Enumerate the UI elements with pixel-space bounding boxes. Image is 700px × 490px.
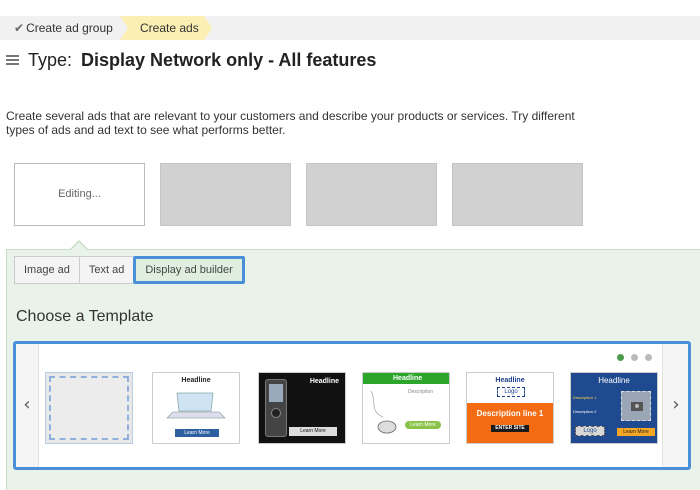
tab-image-ad[interactable]: Image ad [14, 256, 79, 284]
template-carousel: ‹ › Headline Learn More Headline Learn M… [13, 341, 691, 470]
breadcrumb: ✔ Create ad group Create ads [0, 16, 700, 40]
template-logo: Logo [575, 426, 605, 436]
ad-preview-slot-3[interactable] [306, 163, 437, 226]
carousel-next-button[interactable]: › [662, 344, 688, 467]
template-button: Learn More [175, 429, 219, 437]
page-title: Type: Display Network only - All feature… [6, 48, 376, 72]
template-logo: Logo [497, 387, 525, 397]
page-dot-3[interactable] [645, 354, 652, 361]
template-button: ENTER SITE [491, 425, 529, 432]
laptop-icon [166, 392, 226, 419]
tab-text-ad[interactable]: Text ad [78, 256, 134, 284]
check-icon: ✔ [14, 21, 25, 35]
type-label: Type: [28, 49, 73, 70]
template-blank[interactable] [45, 372, 133, 444]
chevron-right-icon: › [672, 394, 680, 415]
phone-icon [265, 379, 287, 437]
breadcrumb-step-create-ads: Create ads [120, 16, 212, 40]
template-orange[interactable]: Headline Logo Description line 1 ENTER S… [466, 372, 554, 444]
panel-pointer-inner [71, 242, 87, 250]
breadcrumb-step-create-ad-group[interactable]: ✔ Create ad group [0, 16, 124, 40]
template-blue[interactable]: Headline Description 1 Description 2 Log… [570, 372, 658, 444]
template-mouse[interactable]: Headline Description Learn More [362, 372, 450, 444]
chevron-left-icon: ‹ [23, 394, 31, 415]
page-dot-2[interactable] [631, 354, 638, 361]
ad-preview-editing[interactable]: Editing... [14, 163, 145, 226]
ad-type-tabs: Image ad Text ad Display ad builder [14, 256, 245, 284]
mouse-icon [370, 390, 397, 434]
page-dot-1[interactable] [617, 354, 624, 361]
template-headline: Headline [495, 377, 525, 384]
template-description: Description line 1 [476, 409, 544, 418]
list-icon [6, 54, 19, 66]
tab-display-ad-builder[interactable]: Display ad builder [133, 256, 245, 284]
template-description: Description [407, 389, 433, 395]
template-button: Learn More [405, 421, 441, 429]
carousel-pagination [617, 354, 652, 361]
ad-preview-slot-4[interactable] [452, 163, 583, 226]
template-laptop[interactable]: Headline Learn More [152, 372, 240, 444]
template-button: Learn More [617, 428, 655, 436]
image-placeholder-icon [621, 391, 651, 421]
description-text: Create several ads that are relevant to … [6, 109, 575, 137]
template-headline: Headline [309, 378, 339, 385]
section-title: Choose a Template [16, 308, 154, 325]
template-headline: Headline [363, 373, 449, 384]
template-description-1: Description 1 [573, 395, 597, 400]
template-phone[interactable]: Headline Learn More [258, 372, 346, 444]
ad-preview-slot-2[interactable] [160, 163, 291, 226]
type-value: Display Network only - All features [81, 49, 377, 70]
template-description-2: Description 2 [573, 409, 597, 414]
template-headline: Headline [598, 376, 630, 385]
template-button: Learn More [289, 427, 337, 436]
carousel-prev-button[interactable]: ‹ [16, 344, 39, 467]
editing-label: Editing... [58, 188, 101, 200]
template-headline: Headline [181, 377, 211, 384]
